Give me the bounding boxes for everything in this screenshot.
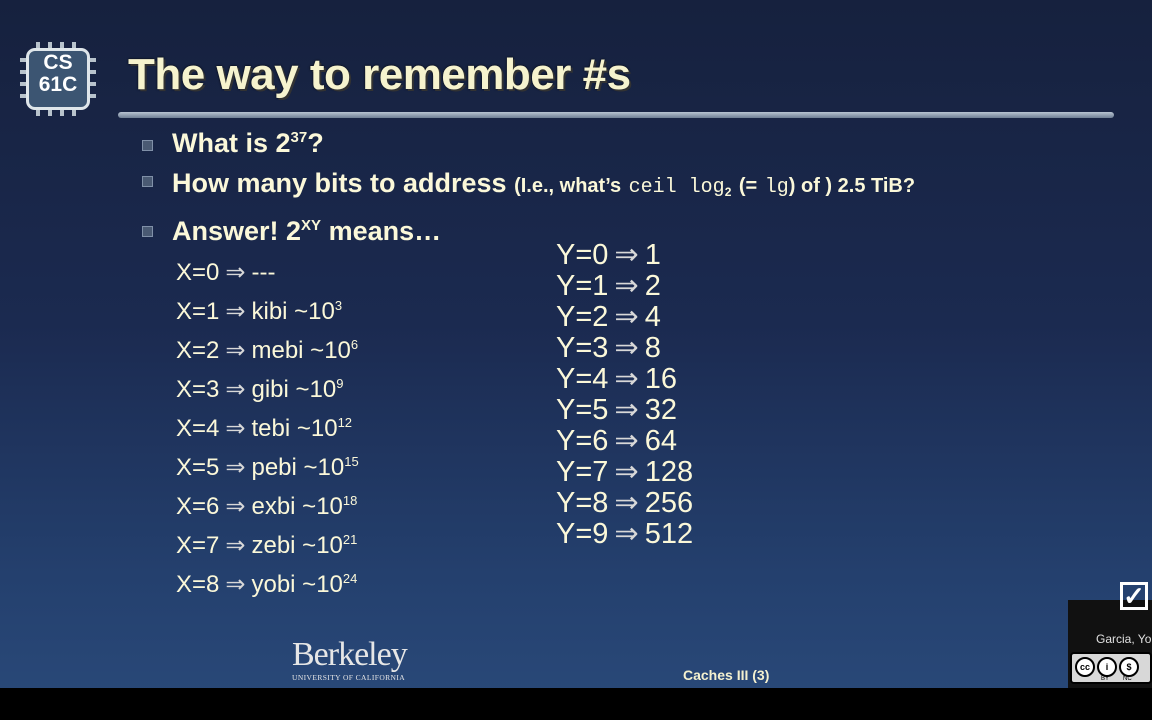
x-row: X=8 ⇒ yobi ~1024 xyxy=(176,571,358,598)
bottom-black-strip xyxy=(0,688,1152,720)
footer-slide-label: Caches III (3) xyxy=(683,667,770,683)
x-row: X=0 ⇒ --- xyxy=(176,259,276,286)
title-underline xyxy=(118,112,1114,118)
checkbox-icon[interactable]: ✓ xyxy=(1120,582,1148,610)
berkeley-wordmark: Berkeley xyxy=(292,636,408,673)
y-row: Y=1 ⇒ 2 xyxy=(556,270,661,302)
bullet-2-code: ceil log xyxy=(628,176,725,199)
y-row: Y=5 ⇒ 32 xyxy=(556,394,677,426)
bullet-1-exponent: 37 xyxy=(290,129,308,146)
y-row: Y=8 ⇒ 256 xyxy=(556,487,694,519)
slide-title: The way to remember #s xyxy=(128,50,631,99)
bullet-3: Answer! 2XY means… xyxy=(172,216,441,247)
y-row: Y=6 ⇒ 64 xyxy=(556,425,677,457)
bullet-3-tail: means… xyxy=(321,216,442,246)
footer-author: Garcia, Yo xyxy=(1096,632,1152,646)
nc-icon: $ xyxy=(1119,657,1139,677)
x-row: X=5 ⇒ pebi ~1015 xyxy=(176,454,359,481)
bullet-1-text: What is 2 xyxy=(172,128,291,158)
cc-icon: cc xyxy=(1075,657,1095,677)
slide: CS 61C The way to remember #s What is 23… xyxy=(0,0,1152,720)
y-row: Y=7 ⇒ 128 xyxy=(556,456,694,488)
bullet-1: What is 237? xyxy=(172,128,324,159)
y-row: Y=9 ⇒ 512 xyxy=(556,518,694,550)
y-row: Y=3 ⇒ 8 xyxy=(556,332,661,364)
y-row: Y=0 ⇒ 1 xyxy=(556,239,661,271)
creative-commons-badge: cc i $ BY NC xyxy=(1070,652,1152,684)
bullet-3-text: Answer! 2 xyxy=(172,216,302,246)
cc-label-by: BY xyxy=(1101,676,1110,682)
y-row: Y=4 ⇒ 16 xyxy=(556,363,677,395)
x-row: X=6 ⇒ exbi ~1018 xyxy=(176,493,358,520)
bullet-1-marker xyxy=(142,140,153,151)
bullet-2-paren: (I.e., what’s xyxy=(514,175,622,197)
x-row: X=1 ⇒ kibi ~103 xyxy=(176,298,343,325)
logo-line2: 61C xyxy=(38,73,78,96)
bullet-2-middle: (= xyxy=(738,175,758,197)
cs61c-logo: CS 61C xyxy=(14,42,104,116)
bullet-2: How many bits to address (I.e., what’s c… xyxy=(172,168,915,199)
berkeley-university: UNIVERSITY OF CALIFORNIA xyxy=(292,673,406,682)
x-row: X=2 ⇒ mebi ~106 xyxy=(176,337,359,364)
bullet-2-marker xyxy=(142,176,153,187)
x-row: X=7 ⇒ zebi ~1021 xyxy=(176,532,358,559)
x-row: X=3 ⇒ gibi ~109 xyxy=(176,376,344,403)
bullet-2-text: How many bits to address xyxy=(172,168,507,198)
y-row: Y=2 ⇒ 4 xyxy=(556,301,661,333)
berkeley-logo: Berkeley UNIVERSITY OF CALIFORNIA xyxy=(292,636,422,683)
bullet-2-code2: lg xyxy=(764,176,789,199)
logo-line1: CS xyxy=(43,51,73,74)
bullet-1-tail: ? xyxy=(307,128,324,158)
bullet-2-code-sub: 2 xyxy=(724,185,732,199)
bullet-3-exponent: XY xyxy=(301,217,322,234)
by-icon: i xyxy=(1097,657,1117,677)
bullet-3-marker xyxy=(142,226,153,237)
cc-label-nc: NC xyxy=(1123,676,1132,682)
x-row: X=4 ⇒ tebi ~1012 xyxy=(176,415,353,442)
bullet-2-close: ) of ) 2.5 TiB? xyxy=(788,175,916,197)
